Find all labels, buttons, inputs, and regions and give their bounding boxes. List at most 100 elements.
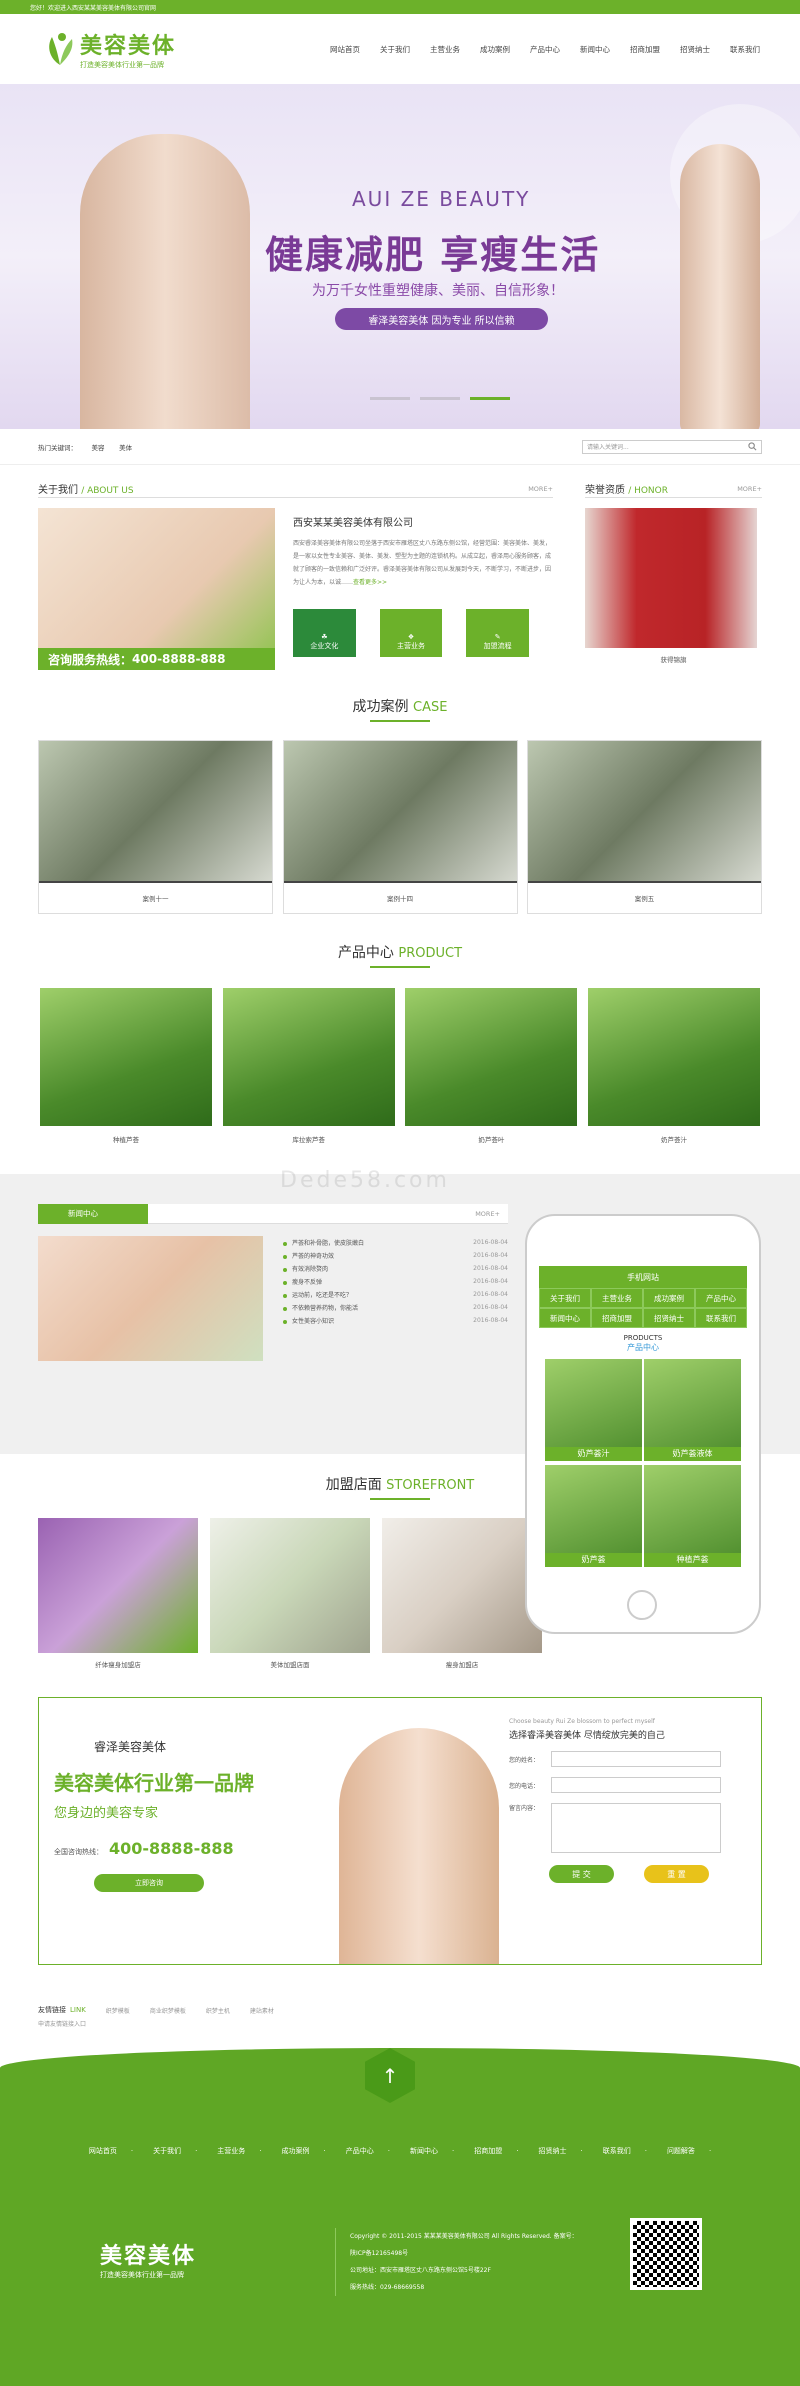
friend-link[interactable]: 建站素材 — [250, 2006, 274, 2015]
phone-field[interactable] — [551, 1777, 721, 1793]
case-card[interactable]: 案例五 — [527, 740, 762, 914]
mobile-nav-item[interactable]: 新闻中心 — [539, 1308, 591, 1328]
search-input[interactable]: 请输入关键词... — [582, 439, 762, 454]
business-button[interactable]: ❖ 主营业务 — [379, 609, 443, 657]
store-card[interactable]: 纤体瘦身加盟店 — [38, 1518, 198, 1669]
cases-list: 案例十一 案例十四 案例五 — [0, 740, 800, 914]
company-name: 西安某某美容美体有限公司 — [293, 518, 413, 529]
footer-nav-item[interactable]: 网站首页 — [89, 2146, 133, 2156]
process-button[interactable]: ✎ 加盟流程 — [466, 609, 530, 657]
product-card[interactable]: 奶芦荟汁 — [587, 988, 760, 1144]
reset-button[interactable]: 重 置 — [644, 1865, 709, 1883]
news-item-title[interactable]: 芦荟的神奇功效 — [283, 1251, 334, 1260]
mobile-product[interactable]: 奶芦荟液体 — [644, 1359, 741, 1461]
consult-button[interactable]: 立即咨询 — [94, 1874, 204, 1892]
case-card[interactable]: 案例十一 — [38, 740, 273, 914]
nav-cases[interactable]: 成功案例 — [480, 44, 510, 55]
news-item-title[interactable]: 不依赖营养药物，你能活 — [283, 1303, 358, 1312]
mobile-nav-item[interactable]: 成功案例 — [643, 1288, 695, 1308]
nav-contact[interactable]: 联系我们 — [730, 44, 760, 55]
news-item[interactable]: 运动前，吃还是不吃？ 2016-08-04 — [283, 1288, 508, 1301]
product-image — [222, 988, 395, 1126]
news-item[interactable]: 有效消除赘肉 2016-08-04 — [283, 1262, 508, 1275]
friend-link[interactable]: 织梦主机 — [206, 2006, 230, 2015]
name-field[interactable] — [551, 1751, 721, 1767]
join-brand: 睿泽美容美体 — [94, 1740, 167, 1754]
footer-nav-item[interactable]: 主营业务 — [217, 2146, 261, 2156]
news-item-title[interactable]: 瘦身不反弹 — [283, 1277, 322, 1286]
store-card[interactable]: 美体加盟店面 — [210, 1518, 370, 1669]
footer-nav-item[interactable]: 新闻中心 — [410, 2146, 454, 2156]
cases-heading: 成功案例 CASE — [0, 694, 800, 722]
news-item[interactable]: 瘦身不反弹 2016-08-04 — [283, 1275, 508, 1288]
mobile-product[interactable]: 奶芦荟 — [545, 1465, 642, 1567]
mobile-product[interactable]: 种植芦荟 — [644, 1465, 741, 1567]
friend-link[interactable]: 商业织梦模板 — [150, 2006, 186, 2015]
news-item[interactable]: 女性美容小知识 2016-08-04 — [283, 1314, 508, 1327]
product-caption: 奶芦荟叶 — [478, 1136, 505, 1144]
honor-more-link[interactable]: MORE+ — [737, 485, 762, 493]
nav-jobs[interactable]: 招贤纳士 — [680, 44, 710, 55]
hero-banner[interactable]: AUI ZE BEAUTY 健康减肥 享瘦生活 为万千女性重塑健康、美丽、自信形… — [0, 84, 800, 429]
logo[interactable]: 美容美体 打造美容美体行业第一品牌 — [40, 28, 176, 70]
footer-nav-item[interactable]: 成功案例 — [282, 2146, 326, 2156]
contact-link[interactable]: 联系我们 — [708, 25, 732, 32]
news-item-title[interactable]: 芦荟和补骨脂，使皮肤嫩白 — [283, 1238, 364, 1247]
search-icon[interactable] — [748, 442, 757, 451]
product-card[interactable]: 种植芦荟 — [40, 988, 212, 1144]
mobile-product[interactable]: 奶芦荟汁 — [545, 1359, 642, 1461]
footer-nav-item[interactable]: 关于我们 — [153, 2146, 197, 2156]
nav-franchise[interactable]: 招商加盟 — [630, 44, 660, 55]
nav-about[interactable]: 关于我们 — [380, 44, 410, 55]
read-more-link[interactable]: 查看更多>> — [353, 579, 387, 586]
keyword-link[interactable]: 美容 — [92, 444, 105, 452]
apply-link[interactable]: 申请友情链接入口 — [38, 2019, 762, 2028]
news-more-link[interactable]: MORE+ — [475, 1210, 500, 1218]
mobile-nav-item[interactable]: 招贤纳士 — [643, 1308, 695, 1328]
mobile-nav-item[interactable]: 产品中心 — [695, 1288, 747, 1308]
banner-button[interactable]: 睿泽美容美体 因为专业 所以信赖 — [335, 308, 548, 330]
mobile-nav-item[interactable]: 关于我们 — [539, 1288, 591, 1308]
mobile-nav-item[interactable]: 联系我们 — [695, 1308, 747, 1328]
culture-button[interactable]: ☘ 企业文化 — [293, 609, 356, 657]
footer-nav-item[interactable]: 招商加盟 — [474, 2146, 518, 2156]
footer-nav-item[interactable]: 联系我们 — [603, 2146, 647, 2156]
mobile-nav-item[interactable]: 主营业务 — [591, 1288, 643, 1308]
nav-home[interactable]: 网站首页 — [330, 44, 360, 55]
product-card[interactable]: 库拉索芦荟 — [222, 988, 395, 1144]
store-card[interactable]: 瘦身加盟店 — [382, 1518, 542, 1669]
honor-image[interactable] — [585, 508, 757, 648]
case-card[interactable]: 案例十四 — [282, 740, 518, 914]
banner-model-left — [80, 134, 250, 429]
news-image[interactable] — [38, 1236, 263, 1361]
product-card[interactable]: 奶芦荟叶 — [405, 988, 578, 1144]
footer-nav-item[interactable]: 招贤纳士 — [538, 2146, 582, 2156]
slider-dot-active[interactable] — [470, 397, 510, 400]
news-item[interactable]: 芦荟和补骨脂，使皮肤嫩白 2016-08-04 — [283, 1236, 508, 1249]
banner-title: 健康减肥 享瘦生活 — [265, 233, 601, 277]
nav-news[interactable]: 新闻中心 — [580, 44, 610, 55]
slider-dot[interactable] — [370, 397, 410, 400]
nav-business[interactable]: 主营业务 — [430, 44, 460, 55]
news-item[interactable]: 不依赖营养药物，你能活 2016-08-04 — [283, 1301, 508, 1314]
nav-products[interactable]: 产品中心 — [530, 44, 560, 55]
submit-button[interactable]: 提 交 — [549, 1865, 614, 1883]
footer-nav-item[interactable]: 产品中心 — [346, 2146, 390, 2156]
bookmark-link[interactable]: 收藏本站 — [636, 25, 660, 32]
news-item-title[interactable]: 运动前，吃还是不吃？ — [283, 1290, 352, 1299]
footer-nav-item[interactable]: 问题解答 — [667, 2146, 711, 2156]
news-item[interactable]: 芦荟的神奇功效 2016-08-04 — [283, 1249, 508, 1262]
links-title: 友情链接 — [38, 2006, 66, 2014]
news-title[interactable]: 新闻中心 — [38, 1203, 148, 1224]
about-more-link[interactable]: MORE+ — [528, 485, 553, 493]
keyword-link[interactable]: 美体 — [119, 444, 132, 452]
news-item-title[interactable]: 女性美容小知识 — [283, 1316, 334, 1325]
watermark: Dede58.com — [280, 1168, 450, 1193]
news-item-title[interactable]: 有效消除赘肉 — [283, 1264, 328, 1273]
slider-dot[interactable] — [420, 397, 460, 400]
friend-link[interactable]: 织梦模板 — [106, 2006, 130, 2015]
mobile-nav-item[interactable]: 招商加盟 — [591, 1308, 643, 1328]
honor-caption[interactable]: 获得锦旗 — [585, 654, 762, 664]
sitemap-link[interactable]: 网站地图 — [672, 25, 696, 32]
message-field[interactable] — [551, 1803, 721, 1853]
